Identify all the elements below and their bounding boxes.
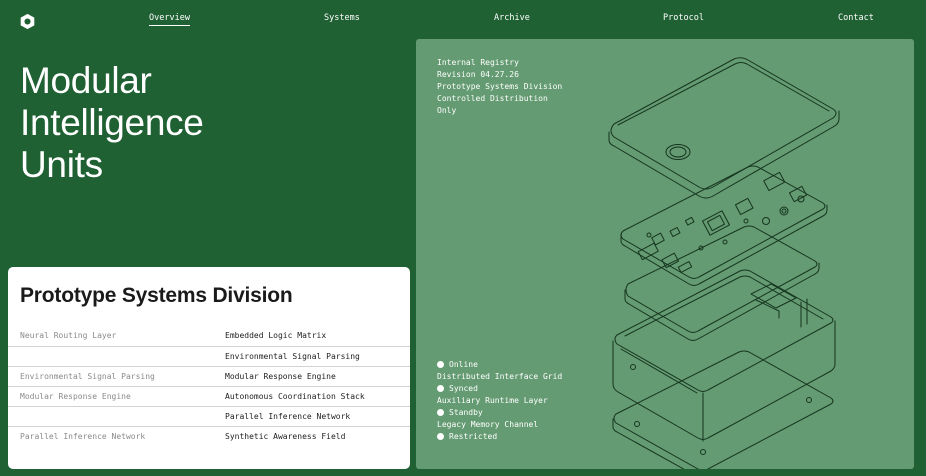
status-dot-icon <box>437 385 444 392</box>
hero-title: Modular Intelligence Units <box>20 60 400 186</box>
hero-title-line: Modular <box>20 60 152 101</box>
status-dot-icon <box>437 433 444 440</box>
status-restricted: Restricted <box>437 431 562 443</box>
status-layer: Auxiliary Runtime Layer <box>437 396 548 405</box>
nav-contact[interactable]: Contact <box>838 13 874 23</box>
status-layer: Legacy Memory Channel <box>437 420 539 429</box>
registry-line: Internal Registry <box>437 58 519 67</box>
spec-row: Modular Response Engine Autonomous Coord… <box>8 386 410 406</box>
registry-line: Controlled Distribution <box>437 94 548 103</box>
hero-title-line: Units <box>20 144 103 185</box>
status-list: Online Distributed Interface Grid Synced… <box>437 359 562 443</box>
registry-line: Only <box>437 106 457 115</box>
registry-info: Internal Registry Revision 04.27.26 Prot… <box>437 57 562 117</box>
spec-row: Neural Routing Layer Embedded Logic Matr… <box>8 326 410 346</box>
hero-title-line: Intelligence <box>20 102 204 143</box>
nav-archive[interactable]: Archive <box>494 13 530 23</box>
spec-row: Environmental Signal Parsing <box>8 346 410 366</box>
spec-value: Modular Response Engine <box>225 372 336 381</box>
spec-value: Embedded Logic Matrix <box>225 331 327 340</box>
status-online: Online <box>437 359 562 371</box>
spec-row: Parallel Inference Network <box>8 406 410 426</box>
spec-table: Neural Routing Layer Embedded Logic Matr… <box>8 326 410 446</box>
spec-key: Neural Routing Layer <box>20 331 117 340</box>
spec-value: Autonomous Coordination Stack <box>225 392 365 401</box>
spec-key: Parallel Inference Network <box>20 432 146 441</box>
nav-systems[interactable]: Systems <box>324 13 360 23</box>
spec-value: Synthetic Awareness Field <box>225 432 346 441</box>
registry-line: Revision 04.27.26 <box>437 70 519 79</box>
status-dot-icon <box>437 361 444 368</box>
spec-key: Modular Response Engine <box>20 392 131 401</box>
spec-title: Prototype Systems Division <box>20 284 293 307</box>
exploded-device-illustration <box>608 57 840 469</box>
spec-key: Environmental Signal Parsing <box>20 372 155 381</box>
status-synced: Synced <box>437 383 562 395</box>
status-standby: Standby <box>437 407 562 419</box>
nav-protocol[interactable]: Protocol <box>663 13 704 23</box>
registry-line: Prototype Systems Division <box>437 82 563 91</box>
spec-value: Parallel Inference Network <box>225 412 351 421</box>
spec-value: Environmental Signal Parsing <box>225 352 360 361</box>
spec-row: Environmental Signal Parsing Modular Res… <box>8 366 410 386</box>
illustration-panel: Internal Registry Revision 04.27.26 Prot… <box>416 39 914 469</box>
top-nav: Overview Systems Archive Protocol Contac… <box>0 12 926 30</box>
spec-card: Prototype Systems Division Neural Routin… <box>8 267 410 469</box>
status-layer: Distributed Interface Grid <box>437 372 563 381</box>
spec-row: Parallel Inference Network Synthetic Awa… <box>8 426 410 446</box>
status-dot-icon <box>437 409 444 416</box>
nav-overview[interactable]: Overview <box>149 13 190 26</box>
